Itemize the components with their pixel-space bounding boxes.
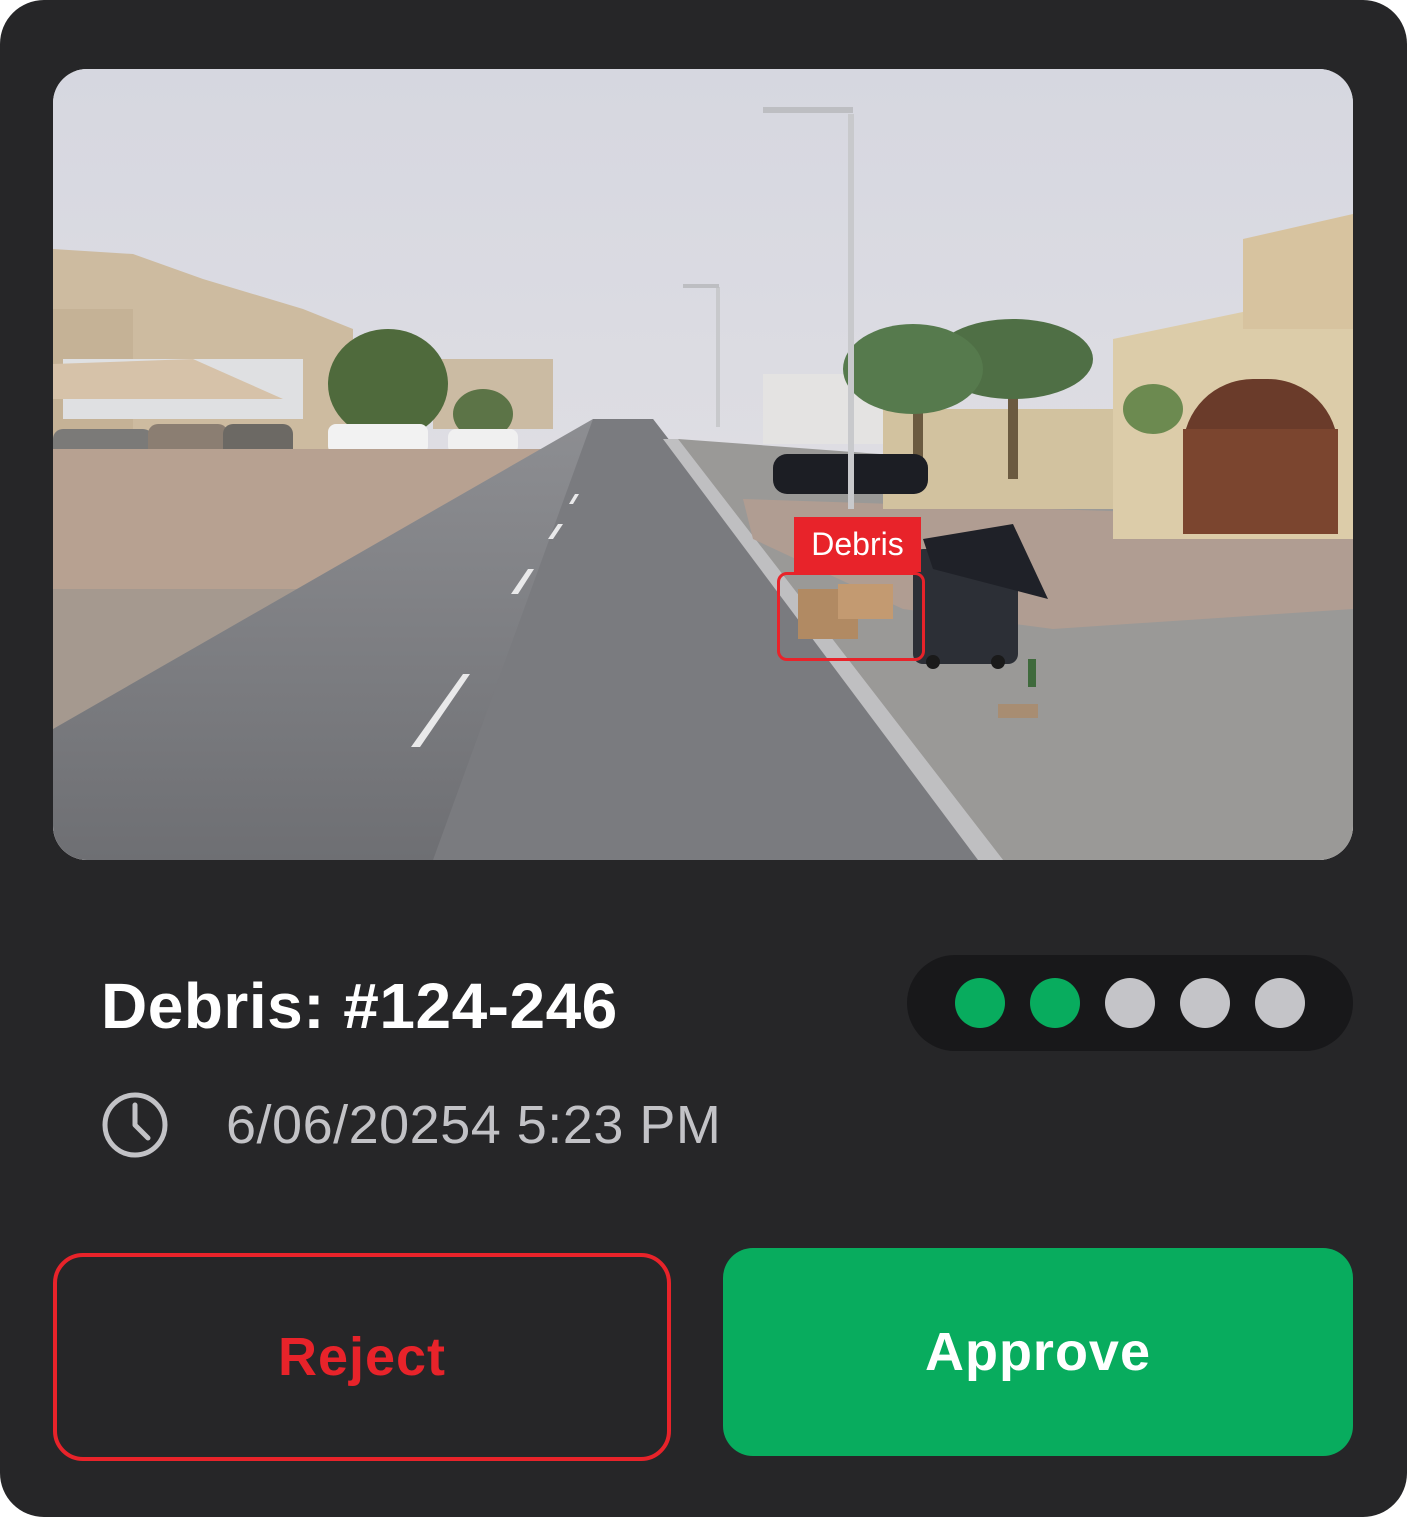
severity-indicator [907, 955, 1353, 1051]
street-photo-image [53, 69, 1353, 860]
severity-dot-3 [1105, 978, 1155, 1028]
severity-dot-5 [1255, 978, 1305, 1028]
timestamp-row: 6/06/20254 5:23 PM [101, 1090, 721, 1160]
approve-button[interactable]: Approve [723, 1248, 1353, 1456]
detection-photo[interactable]: Debris [53, 69, 1353, 860]
timestamp: 6/06/20254 5:23 PM [226, 1095, 722, 1155]
severity-dot-4 [1180, 978, 1230, 1028]
clock-icon [102, 1092, 168, 1158]
detection-label: Debris [794, 517, 921, 572]
reject-button[interactable]: Reject [53, 1253, 671, 1461]
detection-bounding-box [777, 572, 925, 661]
report-title: Debris: #124-246 [101, 970, 618, 1042]
severity-dot-1 [955, 978, 1005, 1028]
severity-dot-2 [1030, 978, 1080, 1028]
review-card: Debris Debris: #124-246 6/06/20254 5:23 … [0, 0, 1407, 1517]
